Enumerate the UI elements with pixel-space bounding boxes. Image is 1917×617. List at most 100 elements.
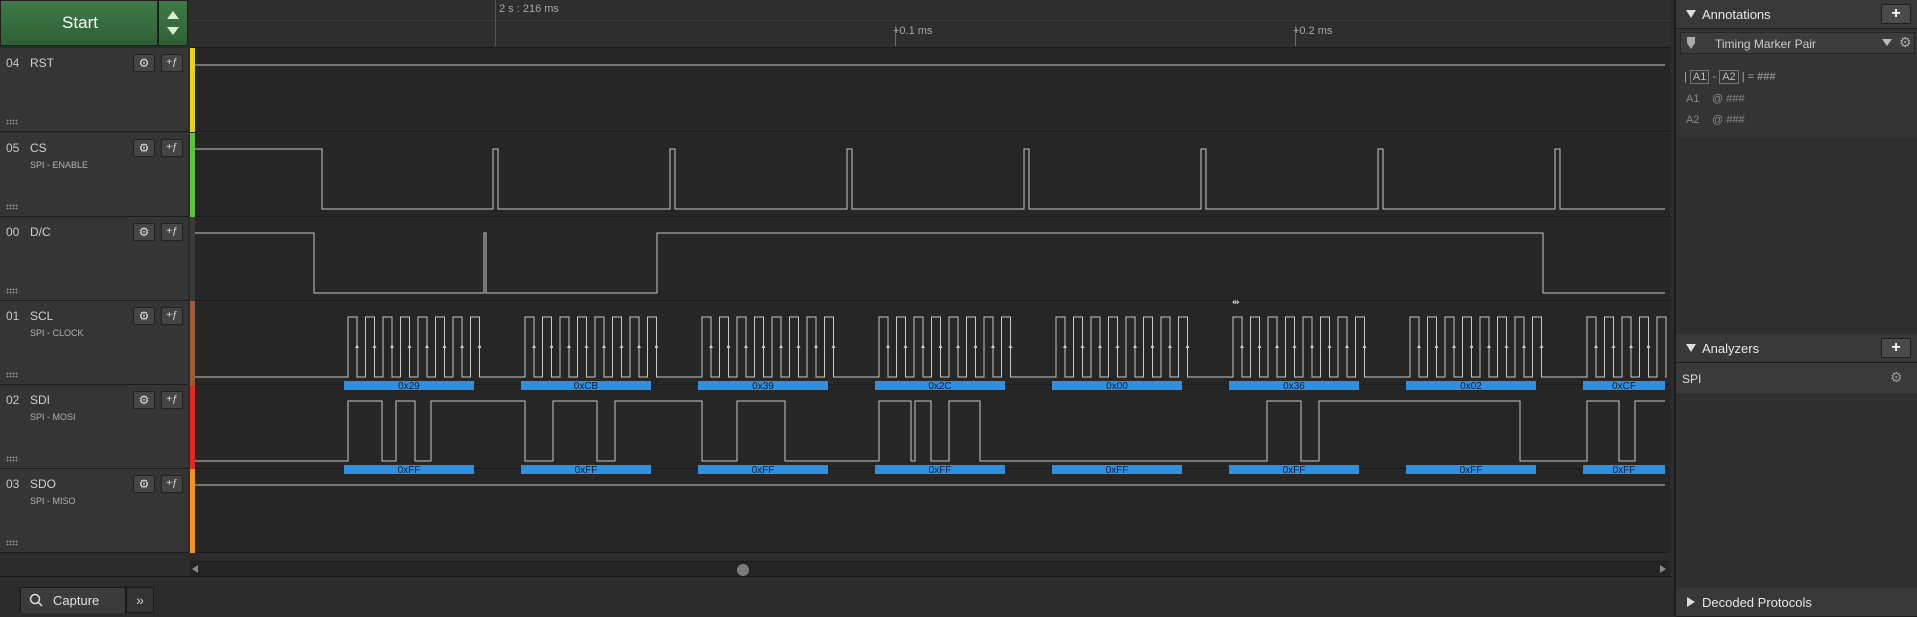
drag-handle-icon[interactable] <box>6 119 18 125</box>
channel-name: RST <box>30 56 54 70</box>
channel-settings-button[interactable]: ⚙ <box>133 391 155 409</box>
channel-settings-button[interactable]: ⚙ <box>133 223 155 241</box>
channel-color-strip <box>190 469 195 553</box>
channel-color-strip <box>190 385 195 469</box>
channel-color-strip <box>190 133 195 217</box>
analyzer-item[interactable]: SPI ⚙ <box>1676 363 1917 393</box>
scroll-right-icon[interactable] <box>1660 565 1666 573</box>
add-trigger-button[interactable]: +ƒ <box>161 307 183 325</box>
sdi-wave <box>195 400 1665 462</box>
decoded-protocols-header[interactable]: Decoded Protocols <box>1676 588 1917 617</box>
start-label: Start <box>62 13 98 32</box>
bottom-bar: Capture » <box>0 576 1672 617</box>
clock-edge-icon <box>1080 344 1085 348</box>
trigger-icon: +ƒ <box>166 142 178 153</box>
collapse-icon <box>1686 10 1696 18</box>
add-trigger-button[interactable]: +ƒ <box>161 139 183 157</box>
clock-edge-icon <box>938 344 943 348</box>
clock-edge-icon <box>921 344 925 348</box>
gear-icon[interactable]: ⚙ <box>1890 369 1903 386</box>
clock-edge-icon <box>1115 344 1120 348</box>
mosi-decode-label: 0xCB <box>574 381 599 392</box>
channel-label-cs[interactable]: 05 CS SPI - ENABLE ⚙ +ƒ <box>0 133 188 217</box>
miso-decode-label: 0xFF <box>398 465 421 476</box>
decoded-protocols-title: Decoded Protocols <box>1702 595 1812 610</box>
time-ruler[interactable]: 2 s : 216 ms +0.1 ms +0.2 ms <box>190 0 1670 48</box>
channel-label-sdi[interactable]: 02 SDI SPI - MOSI ⚙ +ƒ <box>0 385 188 469</box>
channel-number: 01 <box>6 309 20 323</box>
miso-decode-label: 0xFF <box>752 465 775 476</box>
channel-settings-button[interactable]: ⚙ <box>133 139 155 157</box>
channel-label-sdo[interactable]: 03 SDO SPI - MISO ⚙ +ƒ <box>0 469 188 553</box>
add-trigger-button[interactable]: +ƒ <box>161 223 183 241</box>
scroll-left-icon[interactable] <box>192 565 198 573</box>
gear-icon: ⚙ <box>138 56 150 70</box>
clock-edge-icon <box>1327 344 1332 348</box>
miso-decode-label: 0xFF <box>1613 465 1636 476</box>
horizontal-scrollbar[interactable] <box>190 561 1670 576</box>
clock-edge-icon <box>956 344 960 348</box>
clock-edge-icon <box>744 344 748 348</box>
drag-handle-icon[interactable] <box>6 540 18 546</box>
marker-pair-select[interactable]: Timing Marker Pair ⚙ <box>1680 32 1915 54</box>
add-analyzer-button[interactable]: + <box>1881 338 1911 358</box>
add-trigger-button[interactable]: +ƒ <box>161 475 183 493</box>
add-annotation-button[interactable]: + <box>1881 4 1911 24</box>
clock-edge-icon <box>1063 344 1067 348</box>
a1-value: @ ### <box>1712 93 1745 105</box>
annotations-title: Annotations <box>1702 7 1771 22</box>
clock-edge-icon <box>1133 344 1137 348</box>
mosi-decode-label: 0x39 <box>752 381 774 392</box>
clock-edge-icon <box>1008 344 1013 348</box>
clock-edge-icon <box>779 344 783 348</box>
clock-edge-icon <box>372 344 377 348</box>
more-tabs-button[interactable]: » <box>126 587 154 613</box>
clock-edge-icon <box>1611 344 1616 348</box>
clock-edge-icon <box>584 344 589 348</box>
a1-key: A1 <box>1689 70 1710 84</box>
clock-edge-icon <box>355 344 359 348</box>
start-options-button[interactable] <box>158 0 188 46</box>
channel-color-strip <box>190 217 195 301</box>
clock-edge-icon <box>761 344 766 348</box>
channel-name: SDO <box>30 477 57 491</box>
scroll-thumb[interactable] <box>737 564 749 576</box>
add-trigger-button[interactable]: +ƒ <box>161 54 183 72</box>
mosi-decode-label: 0x00 <box>1106 381 1128 392</box>
start-button[interactable]: Start <box>0 0 158 46</box>
channel-subtitle: SPI - MISO <box>30 496 76 506</box>
expand-icon <box>1687 597 1695 607</box>
channel-number: 00 <box>6 225 20 239</box>
a2-label: A2 <box>1686 114 1700 126</box>
a1-label: A1 <box>1686 93 1700 105</box>
scl-wave <box>195 316 1667 378</box>
timing-formula: | A1 - A2 | = ### <box>1684 70 1776 84</box>
clock-edge-icon <box>407 344 412 348</box>
channel-settings-button[interactable]: ⚙ <box>133 54 155 72</box>
gear-icon: ⚙ <box>138 393 150 407</box>
analyzers-header[interactable]: Analyzers + <box>1676 334 1917 363</box>
capture-time-label: 2 s : 216 ms <box>499 3 559 15</box>
drag-handle-icon[interactable] <box>6 288 18 294</box>
dropdown-icon[interactable] <box>1882 39 1892 46</box>
add-trigger-button[interactable]: +ƒ <box>161 391 183 409</box>
channel-label-rst[interactable]: 04 RST ⚙ +ƒ <box>0 48 188 132</box>
gear-icon[interactable]: ⚙ <box>1899 34 1912 51</box>
waveform-area[interactable]: 0x29 0xCB 0x39 0x2C 0x00 0x36 0x02 0xCF 0xFF 0xFF… <box>195 48 1670 560</box>
capture-tab[interactable]: Capture <box>20 587 126 613</box>
channel-settings-button[interactable]: ⚙ <box>133 307 155 325</box>
drag-handle-icon[interactable] <box>6 372 18 378</box>
miso-decode-label: 0xFF <box>1283 465 1306 476</box>
drag-handle-icon[interactable] <box>6 456 18 462</box>
dc-wave <box>195 232 1665 294</box>
channel-label-scl[interactable]: 01 SCL SPI - CLOCK ⚙ +ƒ <box>0 301 188 385</box>
clock-edge-icon <box>1292 344 1297 348</box>
drag-handle-icon[interactable] <box>6 204 18 210</box>
channel-subtitle: SPI - MOSI <box>30 412 76 422</box>
capture-tab-label: Capture <box>53 593 100 608</box>
channel-settings-button[interactable]: ⚙ <box>133 475 155 493</box>
channel-label-d-c[interactable]: 00 D/C ⚙ +ƒ <box>0 217 188 301</box>
trigger-icon: +ƒ <box>166 394 178 405</box>
a2-value: @ ### <box>1712 114 1745 126</box>
annotations-header[interactable]: Annotations + <box>1676 0 1917 29</box>
